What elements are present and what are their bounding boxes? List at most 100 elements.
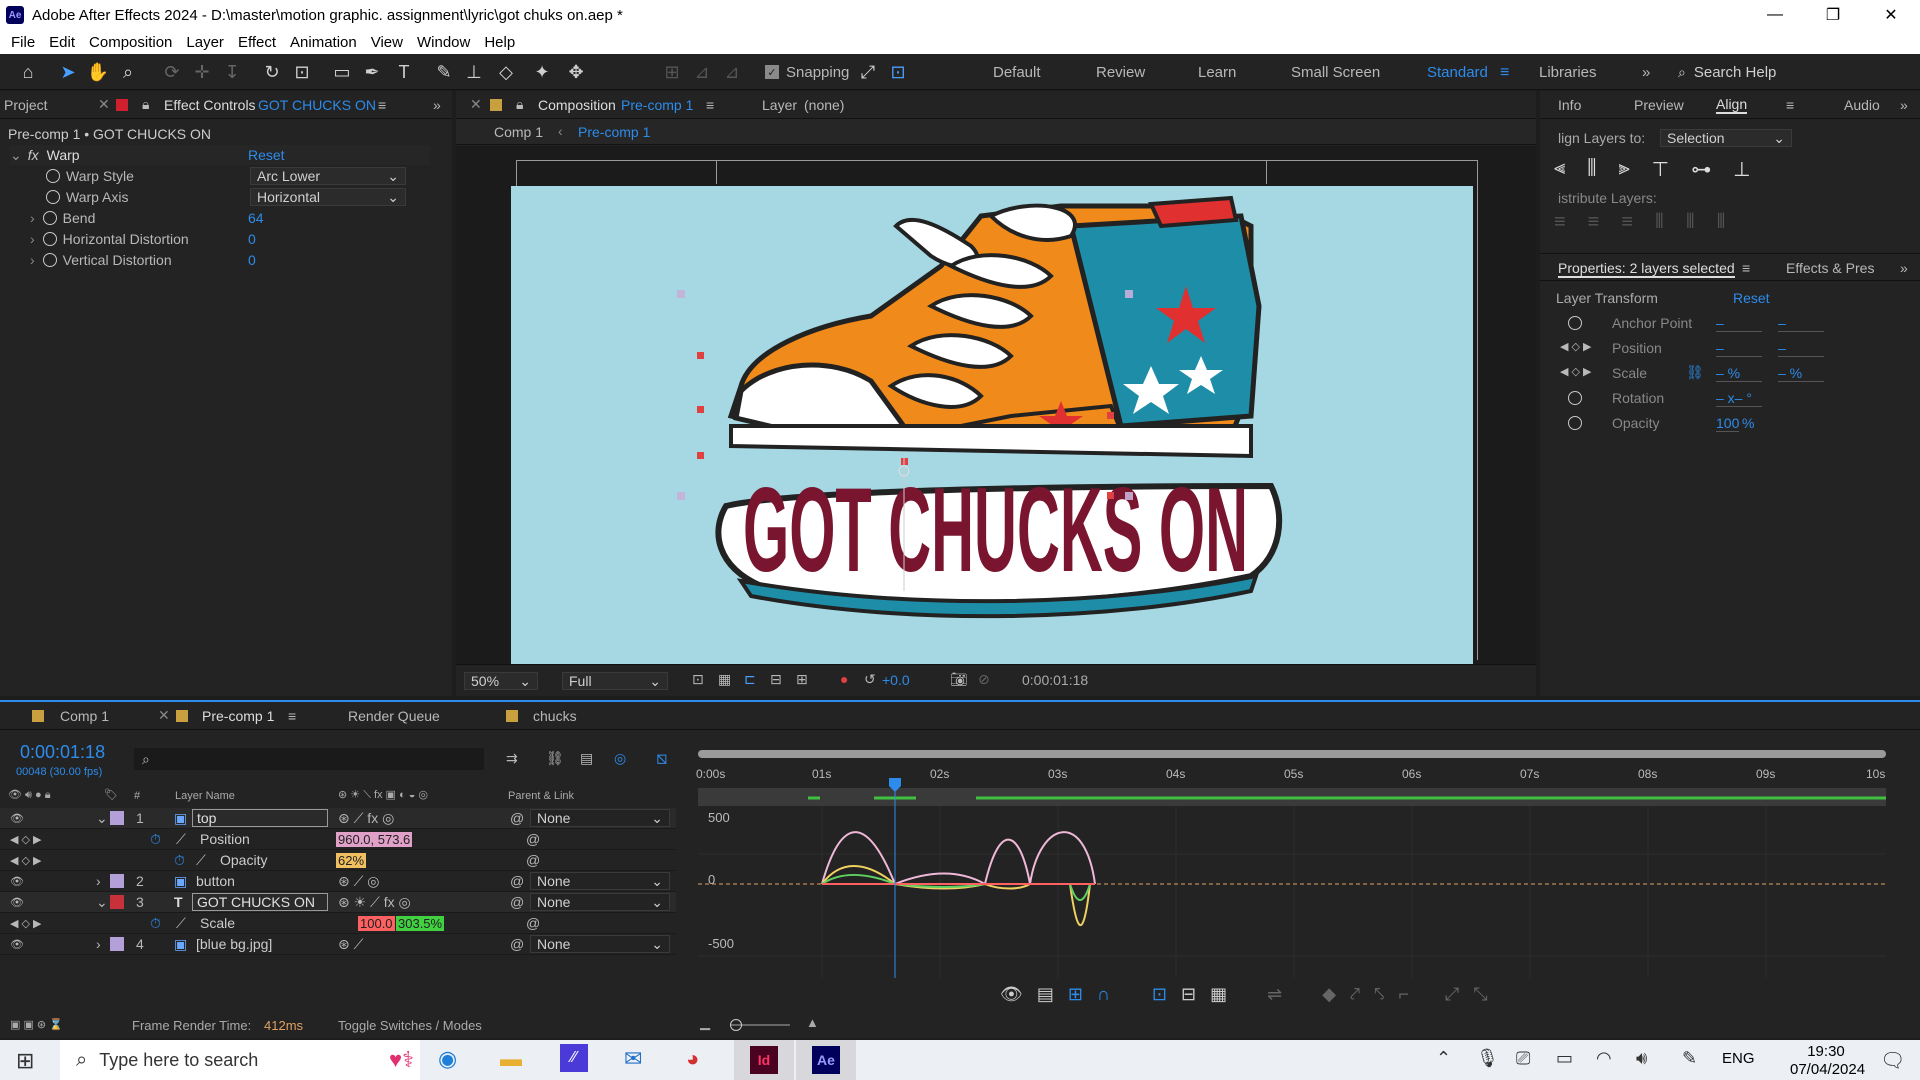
layer-switches[interactable]: ⊛ ⟋ ◎ <box>338 873 380 890</box>
ease-out-icon[interactable]: ⤡ <box>1473 984 1487 1005</box>
menu-layer[interactable]: Layer <box>179 34 231 51</box>
stopwatch-icon[interactable] <box>46 169 60 183</box>
keyframe-nav-icon[interactable]: ◀ ◇ ▶ <box>1560 365 1592 378</box>
composition-viewer[interactable]: GOT CHUCKS ON <box>456 146 1536 667</box>
tab-effect-controls[interactable]: Effect Controls <box>164 97 256 113</box>
chevron-down-icon[interactable]: ⌄ <box>96 894 108 911</box>
layer-row-top[interactable]: 👁︎ ⌄ 1 ▣ top ⊛ ⟋ fx ◎ @ None ⌄ <box>0 808 676 829</box>
hand-tool-icon[interactable]: ✋ <box>86 60 110 84</box>
keyframe-nav-icon[interactable]: ◀ ◇ ▶ <box>10 917 42 930</box>
maximize-button[interactable]: ❐ <box>1804 0 1862 30</box>
chevron-right-icon[interactable]: › <box>30 231 35 247</box>
eye-icon[interactable]: 👁︎ <box>10 875 24 888</box>
eye-icon[interactable]: 👁︎ <box>10 938 24 951</box>
graph-editor-icon[interactable]: ⧅ <box>656 748 667 769</box>
crumb-comp-1[interactable]: Comp 1 <box>494 124 543 140</box>
tab-effects-presets[interactable]: Effects & Pres <box>1786 260 1874 276</box>
timeline-tab-render-queue[interactable]: Render Queue <box>348 708 440 724</box>
wifi-icon[interactable]: ◠ <box>1596 1048 1612 1069</box>
stopwatch-icon[interactable]: ⏱︎ <box>150 915 161 932</box>
menu-view[interactable]: View <box>364 34 410 51</box>
layer-label-color[interactable] <box>110 895 124 909</box>
mail-icon[interactable]: ✉ <box>624 1046 642 1072</box>
timeline-search-input[interactable]: ⌕ <box>134 748 484 770</box>
distribute-hcenter-icon[interactable]: ⦀ <box>1686 211 1695 234</box>
panel-overflow-icon[interactable]: » <box>1900 260 1908 276</box>
workspace-standard[interactable]: Standard <box>1427 64 1488 81</box>
current-timecode[interactable]: 0:00:01:18 <box>20 742 105 763</box>
stopwatch-icon[interactable] <box>42 253 57 267</box>
graph-type-icon[interactable]: ▤ <box>1037 984 1054 1005</box>
layer-label-color[interactable] <box>110 874 124 888</box>
chevron-down-icon[interactable]: ⌄ <box>10 147 22 164</box>
property-row-scale[interactable]: ◀ ◇ ▶ ⏱︎ ⟋ Scale 100.0 303.5% @ <box>0 913 676 934</box>
panel-menu-icon[interactable]: ≡ <box>378 97 386 113</box>
parent-pickwhip-icon[interactable]: @ <box>510 873 524 889</box>
ease-in-icon[interactable]: ⤢ <box>1445 984 1459 1005</box>
close-tab-icon[interactable]: ✕ <box>470 96 482 113</box>
stopwatch-icon[interactable]: ⏱︎ <box>174 852 185 869</box>
tab-audio[interactable]: Audio <box>1844 97 1880 113</box>
workspace-learn[interactable]: Learn <box>1198 64 1236 81</box>
camera-icon[interactable]: ⎚ <box>1516 1048 1530 1069</box>
timeline-tab-comp-1[interactable]: Comp 1 <box>60 708 109 724</box>
zoom-dropdown[interactable]: 50% ⌄ <box>464 672 538 690</box>
stopwatch-icon[interactable]: ⏱︎ <box>150 831 161 848</box>
fx-icon[interactable]: fx <box>28 147 39 163</box>
panel-menu-icon[interactable]: ≡ <box>706 97 714 113</box>
grid-icon[interactable]: ⊞ <box>796 671 808 688</box>
keyframe-nav-icon[interactable]: ◀ ◇ ▶ <box>10 833 42 846</box>
layer-switches[interactable]: ⊛ ☀ ⟋ fx ◎ <box>338 894 411 911</box>
volume-icon[interactable]: 🔊︎ <box>1636 1048 1647 1069</box>
viewer-timecode[interactable]: 0:00:01:18 <box>1022 672 1088 688</box>
separate-dimensions-icon[interactable]: ⇌ <box>1267 984 1282 1005</box>
close-tab-icon[interactable]: ✕ <box>158 707 170 724</box>
clock-time[interactable]: 19:30 <box>1790 1043 1862 1060</box>
snapshot-icon[interactable]: 📷︎ <box>950 671 968 688</box>
windows-start-icon[interactable]: ⊞ <box>16 1048 34 1074</box>
column-layer-name[interactable]: Layer Name <box>175 790 235 802</box>
fit-selection-icon[interactable]: ⊡ <box>1152 984 1167 1005</box>
warp-style-dropdown[interactable]: Arc Lower ⌄ <box>250 167 406 185</box>
scale-y-value[interactable]: 303.5% <box>396 915 445 931</box>
chevron-down-icon[interactable]: ⌄ <box>96 810 108 827</box>
snap-icon[interactable]: ∩ <box>1097 984 1110 1005</box>
anchor-point-x[interactable]: – <box>1716 315 1762 332</box>
tab-align[interactable]: Align <box>1716 96 1748 114</box>
parent-dropdown[interactable]: None ⌄ <box>530 809 670 827</box>
time-navigator[interactable] <box>698 750 1886 758</box>
menu-effect[interactable]: Effect <box>231 34 283 51</box>
menu-help[interactable]: Help <box>477 34 522 51</box>
chevron-right-icon[interactable]: › <box>96 873 101 889</box>
tab-comp-name[interactable]: Pre-comp 1 <box>621 97 693 113</box>
align-to-dropdown[interactable]: Selection ⌄ <box>1660 129 1792 147</box>
keyframe-nav-icon[interactable]: ◀ ◇ ▶ <box>1560 340 1592 353</box>
tab-composition[interactable]: Composition <box>538 97 616 113</box>
transparency-grid-icon[interactable]: ▦ <box>718 671 731 688</box>
edge-icon[interactable]: ◉ <box>438 1046 457 1072</box>
property-row-opacity[interactable]: ◀ ◇ ▶ ⏱︎ ⟋ Opacity 62% @ <box>0 850 676 871</box>
layer-name[interactable]: top <box>192 809 328 827</box>
tab-layer[interactable]: Layer <box>762 97 797 113</box>
pen-icon[interactable]: ✎ <box>1682 1048 1697 1069</box>
distribute-right-icon[interactable]: ⦀ <box>1717 211 1726 234</box>
region-of-interest-icon[interactable]: ⊡ <box>692 671 704 688</box>
crumb-pre-comp-1[interactable]: Pre-comp 1 <box>578 124 650 140</box>
workspace-small-screen[interactable]: Small Screen <box>1291 64 1380 81</box>
layer-row-got-chucks-on[interactable]: 👁︎ ⌄ 3 T GOT CHUCKS ON ⊛ ☀ ⟋ fx ◎ @ None… <box>0 892 676 913</box>
bend-value[interactable]: 64 <box>248 210 264 226</box>
snap-target-icon[interactable]: ⊡ <box>886 60 910 84</box>
layer-row-blue-bg[interactable]: 👁︎ › 4 ▣ [blue bg.jpg] ⊛ ⟋ @ None ⌄ <box>0 934 676 955</box>
parent-dropdown[interactable]: None ⌄ <box>530 872 670 890</box>
stopwatch-icon[interactable] <box>42 232 57 246</box>
layer-switches[interactable]: ⊛ ⟋ <box>338 936 363 953</box>
panel-menu-icon[interactable]: ≡ <box>288 708 296 724</box>
type-tool-icon[interactable]: T <box>392 60 416 84</box>
horizontal-distortion-value[interactable]: 0 <box>248 231 256 247</box>
panel-overflow-icon[interactable]: » <box>433 97 441 113</box>
brush-tool-icon[interactable]: ✎ <box>432 60 456 84</box>
parent-pickwhip-icon[interactable]: @ <box>510 894 524 910</box>
selection-tool-icon[interactable]: ➤ <box>56 60 80 84</box>
graph-icon[interactable]: ⟋ <box>176 915 186 932</box>
property-row-position[interactable]: ◀ ◇ ▶ ⏱︎ ⟋ Position 960.0, 573.6 @ <box>0 829 676 850</box>
